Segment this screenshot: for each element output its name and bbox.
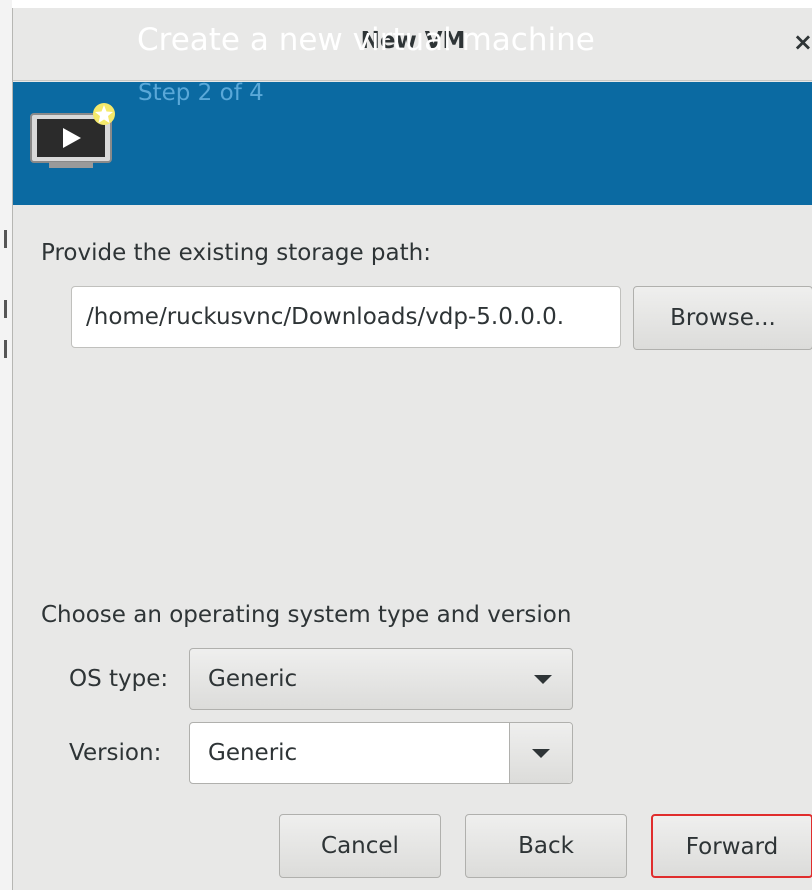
version-label: Version:	[69, 740, 162, 766]
browse-button[interactable]: Browse...	[633, 286, 812, 350]
forward-button[interactable]: Forward	[651, 814, 812, 878]
os-type-dropdown[interactable]: Generic	[189, 648, 573, 710]
background-mark	[4, 300, 7, 318]
close-button[interactable]: ×	[783, 22, 812, 62]
virtual-machine-icon	[30, 103, 115, 168]
back-button[interactable]: Back	[465, 814, 627, 878]
chevron-down-icon	[532, 749, 550, 758]
os-type-value: Generic	[208, 666, 298, 692]
cancel-button[interactable]: Cancel	[279, 814, 441, 878]
banner-title: Create a new virtual machine	[137, 22, 595, 58]
background-mark	[4, 230, 7, 248]
storage-path-input[interactable]	[71, 286, 621, 348]
banner-step: Step 2 of 4	[138, 80, 264, 106]
version-dropdown-button[interactable]	[509, 723, 572, 783]
background-mark	[4, 340, 7, 358]
storage-path-label: Provide the existing storage path:	[41, 240, 431, 266]
version-value[interactable]: Generic	[208, 723, 297, 783]
os-section-label: Choose an operating system type and vers…	[41, 602, 572, 628]
os-type-label: OS type:	[69, 666, 169, 692]
background-desktop-left	[0, 0, 12, 890]
version-combobox[interactable]: Generic	[189, 722, 573, 784]
chevron-down-icon	[534, 675, 552, 684]
new-vm-dialog: New VM × Create a new virtual machine St…	[12, 8, 812, 890]
wizard-banner	[13, 82, 812, 205]
